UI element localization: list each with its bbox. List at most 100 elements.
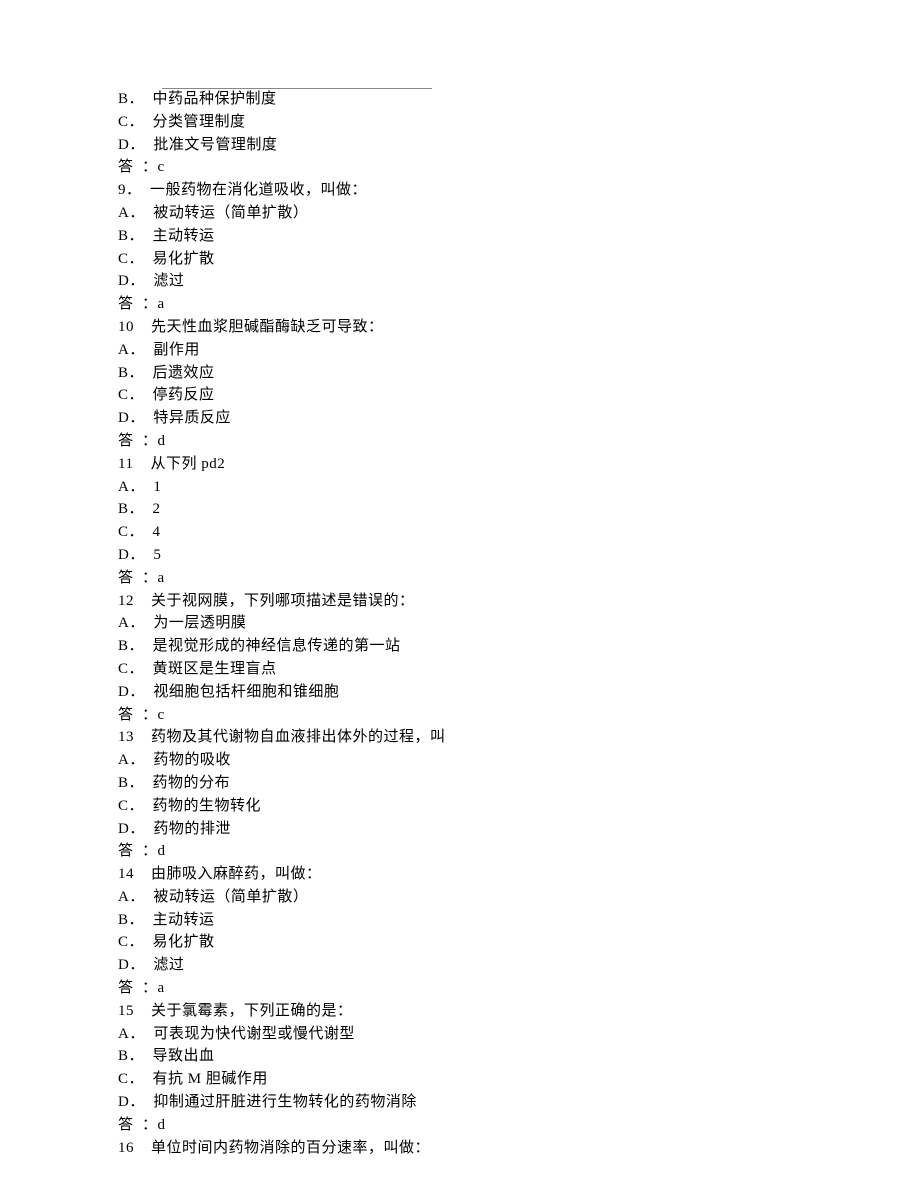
text-line: D． 滤过 [118, 954, 920, 977]
line-prefix: B． [118, 638, 144, 654]
line-prefix: A． [118, 205, 145, 221]
line-text: 主动转运 [144, 912, 215, 928]
line-prefix: 答 [118, 1117, 134, 1133]
line-prefix: B． [118, 1048, 144, 1064]
line-prefix: A． [118, 479, 145, 495]
line-prefix: A． [118, 1026, 145, 1042]
line-text: 为一层透明膜 [145, 615, 247, 631]
line-prefix: A． [118, 342, 145, 358]
line-prefix: 答 [118, 296, 134, 312]
text-line: B． 是视觉形成的神经信息传递的第一站 [118, 635, 920, 658]
text-line: A． 被动转运（简单扩散） [118, 886, 920, 909]
line-prefix: D． [118, 273, 145, 289]
line-text: 单位时间内药物消除的百分速率，叫做： [134, 1140, 430, 1156]
line-text: ：d [134, 1117, 166, 1133]
line-text: 批准文号管理制度 [145, 137, 278, 153]
line-prefix: 14 [118, 866, 134, 882]
text-line: A． 为一层透明膜 [118, 612, 920, 635]
text-line: 答 ：d [118, 840, 920, 863]
line-prefix: B． [118, 912, 144, 928]
text-line: B． 导致出血 [118, 1045, 920, 1068]
line-text: 先天性血浆胆碱酯酶缺乏可导致： [134, 319, 384, 335]
text-line: C． 停药反应 [118, 384, 920, 407]
line-prefix: 16 [118, 1140, 134, 1156]
text-line: A． 可表现为快代谢型或慢代谢型 [118, 1023, 920, 1046]
line-prefix: D． [118, 1094, 145, 1110]
line-text: 主动转运 [144, 228, 215, 244]
line-text: 导致出血 [144, 1048, 215, 1064]
line-prefix: 13 [118, 729, 134, 745]
line-text: 视细胞包括杆细胞和锥细胞 [145, 684, 340, 700]
line-text: 1 [145, 479, 162, 495]
line-text: 2 [144, 501, 161, 517]
line-text: 关于视网膜，下列哪项描述是错误的： [134, 593, 415, 609]
line-text: 停药反应 [144, 387, 215, 403]
line-text: ：a [134, 570, 165, 586]
line-text: 药物的排泄 [145, 821, 231, 837]
line-text: 由肺吸入麻醉药，叫做： [134, 866, 322, 882]
line-prefix: A． [118, 615, 145, 631]
text-line: 9． 一般药物在消化道吸收，叫做： [118, 179, 920, 202]
text-line: D． 批准文号管理制度 [118, 134, 920, 157]
line-text: 抑制通过肝脏进行生物转化的药物消除 [145, 1094, 417, 1110]
line-prefix: A． [118, 752, 145, 768]
text-line: C． 有抗 M 胆碱作用 [118, 1068, 920, 1091]
text-line: 16 单位时间内药物消除的百分速率，叫做： [118, 1137, 920, 1160]
text-line: A． 药物的吸收 [118, 749, 920, 772]
line-prefix: 答 [118, 570, 134, 586]
text-line: D． 抑制通过肝脏进行生物转化的药物消除 [118, 1091, 920, 1114]
text-line: A． 被动转运（简单扩散） [118, 202, 920, 225]
line-prefix: C． [118, 798, 144, 814]
line-prefix: D． [118, 957, 145, 973]
line-text: 关于氯霉素，下列正确的是： [134, 1003, 353, 1019]
line-text: 被动转运（简单扩散） [145, 889, 309, 905]
line-text: 药物及其代谢物自血液排出体外的过程，叫 [134, 729, 446, 745]
line-prefix: 15 [118, 1003, 134, 1019]
line-text: 有抗 M 胆碱作用 [144, 1071, 268, 1087]
line-prefix: 10 [118, 319, 134, 335]
line-text: 黄斑区是生理盲点 [144, 661, 277, 677]
text-line: 12 关于视网膜，下列哪项描述是错误的： [118, 590, 920, 613]
line-text: 中药品种保护制度 [144, 91, 277, 107]
line-text: 可表现为快代谢型或慢代谢型 [145, 1026, 355, 1042]
text-line: B． 主动转运 [118, 909, 920, 932]
line-text: 分类管理制度 [144, 114, 246, 130]
line-text: 易化扩散 [144, 251, 215, 267]
line-text: 滤过 [145, 957, 185, 973]
text-line: 答 ：d [118, 1114, 920, 1137]
line-prefix: B． [118, 501, 144, 517]
text-line: 答 ：a [118, 293, 920, 316]
line-text: 被动转运（简单扩散） [145, 205, 309, 221]
line-text: ：d [134, 843, 166, 859]
text-line: C． 黄斑区是生理盲点 [118, 658, 920, 681]
text-line: D． 特异质反应 [118, 407, 920, 430]
line-text: 副作用 [145, 342, 200, 358]
text-line: D． 视细胞包括杆细胞和锥细胞 [118, 681, 920, 704]
text-line: 13 药物及其代谢物自血液排出体外的过程，叫 [118, 726, 920, 749]
text-line: 11 从下列 pd2 [118, 453, 920, 476]
text-line: 答 ：c [118, 156, 920, 179]
line-text: 5 [145, 547, 162, 563]
line-prefix: B． [118, 365, 144, 381]
line-prefix: 答 [118, 980, 134, 996]
text-line: B． 药物的分布 [118, 772, 920, 795]
line-text: 药物的吸收 [145, 752, 231, 768]
line-prefix: C． [118, 1071, 144, 1087]
line-text: 特异质反应 [145, 410, 231, 426]
line-prefix: C． [118, 524, 144, 540]
text-line: C． 分类管理制度 [118, 111, 920, 134]
text-line: 答 ：c [118, 704, 920, 727]
line-prefix: D． [118, 684, 145, 700]
text-line: 14 由肺吸入麻醉药，叫做： [118, 863, 920, 886]
line-prefix: D． [118, 547, 145, 563]
line-prefix: 9． [118, 182, 142, 198]
document-content: B． 中药品种保护制度C． 分类管理制度D． 批准文号管理制度答 ：c9． 一般… [118, 88, 920, 1159]
line-prefix: 答 [118, 433, 134, 449]
line-text: 易化扩散 [144, 934, 215, 950]
line-text: ：d [134, 433, 166, 449]
text-line: C． 易化扩散 [118, 248, 920, 271]
text-line: D． 药物的排泄 [118, 818, 920, 841]
line-prefix: A． [118, 889, 145, 905]
line-prefix: 答 [118, 843, 134, 859]
line-prefix: B． [118, 775, 144, 791]
